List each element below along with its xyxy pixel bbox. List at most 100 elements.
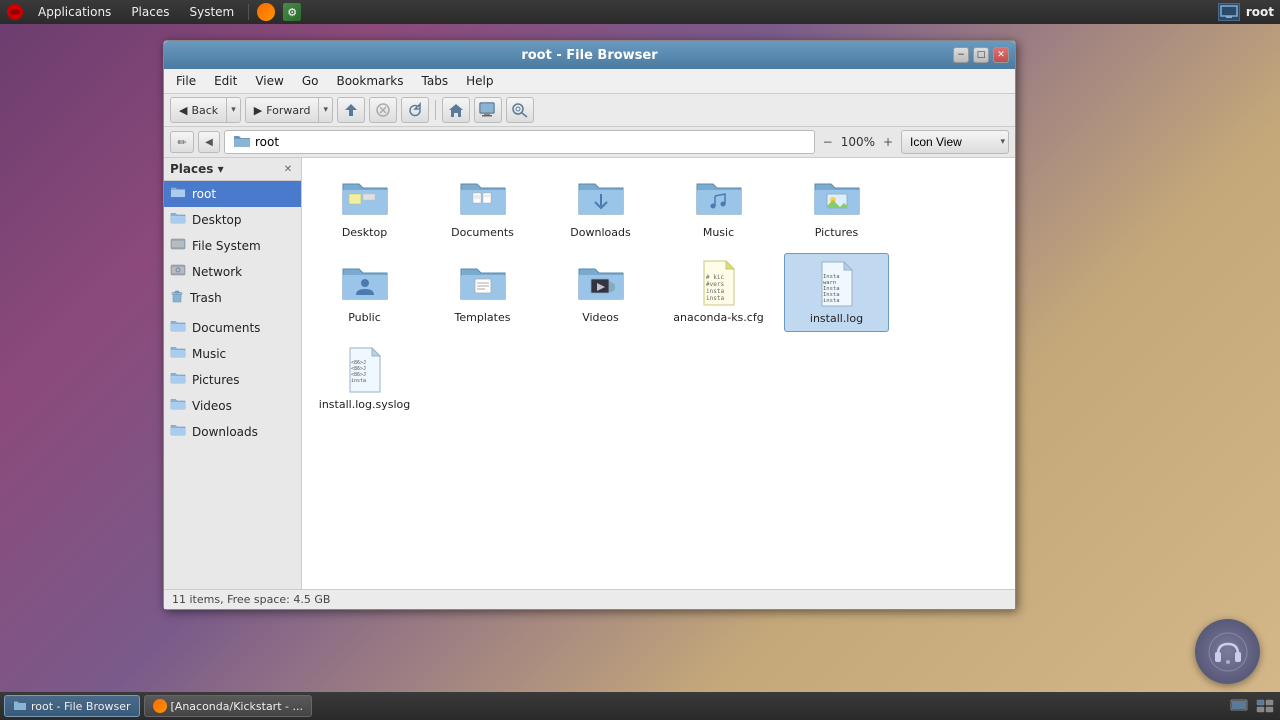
- stop-button[interactable]: [369, 97, 397, 123]
- search-toolbar-button[interactable]: [506, 97, 534, 123]
- file-area: Desktop D: [302, 158, 1015, 589]
- file-item-desktop[interactable]: Desktop: [312, 168, 417, 245]
- workspace-switcher[interactable]: [1254, 695, 1276, 717]
- kickstart-taskbar-button[interactable]: [Anaconda/Kickstart - ...: [144, 695, 312, 717]
- file-item-install-log[interactable]: Insta warn Insta Insta insta install.log: [784, 253, 889, 332]
- sidebar-pictures-icon: [170, 371, 186, 389]
- sidebar-item-network[interactable]: Network: [164, 259, 301, 285]
- sidebar-videos-icon: [170, 397, 186, 415]
- breadcrumb-folder-name: root: [255, 135, 279, 149]
- videos-folder-icon: [577, 259, 625, 307]
- sidebar-videos-label: Videos: [192, 399, 232, 413]
- reload-button[interactable]: [401, 97, 429, 123]
- menu-edit[interactable]: Edit: [206, 71, 245, 91]
- forward-button[interactable]: ▶ Forward ▾: [245, 97, 333, 123]
- sidebar-item-downloads[interactable]: Downloads: [164, 419, 301, 445]
- menu-view[interactable]: View: [247, 71, 291, 91]
- sidebar-root-label: root: [192, 187, 216, 201]
- desktop-folder-label: Desktop: [342, 226, 387, 239]
- file-item-public[interactable]: Public: [312, 253, 417, 332]
- location-edit-button[interactable]: ✏: [170, 131, 194, 153]
- filebrowser-taskbar-button[interactable]: root - File Browser: [4, 695, 140, 717]
- menu-tabs[interactable]: Tabs: [414, 71, 457, 91]
- sidebar-item-videos[interactable]: Videos: [164, 393, 301, 419]
- computer-toolbar-button[interactable]: [474, 97, 502, 123]
- window-controls: − □ ✕: [953, 47, 1009, 63]
- back-main[interactable]: ◀ Back: [171, 98, 227, 122]
- sidebar-item-desktop[interactable]: Desktop: [164, 207, 301, 233]
- forward-main[interactable]: ▶ Forward: [246, 98, 320, 122]
- install-log-syslog-icon: <86>J <86>J <86>J insta: [341, 346, 389, 394]
- taskbar-right-area: [1228, 695, 1276, 717]
- back-button[interactable]: ◀ Back ▾: [170, 97, 241, 123]
- svg-text:#vers: #vers: [706, 281, 724, 288]
- templates-folder-icon: [459, 259, 507, 307]
- sidebar-close-button[interactable]: ✕: [281, 162, 295, 176]
- system-menu[interactable]: System: [183, 3, 240, 21]
- kickstart-taskbar-label: [Anaconda/Kickstart - ...: [171, 700, 303, 713]
- sidebar-item-music[interactable]: Music: [164, 341, 301, 367]
- sidebar-item-trash[interactable]: Trash: [164, 285, 301, 311]
- file-item-videos[interactable]: Videos: [548, 253, 653, 332]
- username-label: root: [1246, 5, 1274, 19]
- menu-bookmarks[interactable]: Bookmarks: [328, 71, 411, 91]
- sidebar-root-icon: [170, 185, 186, 203]
- applications-menu[interactable]: Applications: [32, 3, 117, 21]
- view-mode-select[interactable]: Icon View List View Compact View: [901, 130, 1009, 154]
- location-nav-left[interactable]: ◀: [198, 131, 220, 153]
- close-button[interactable]: ✕: [993, 47, 1009, 63]
- file-item-pictures[interactable]: Pictures: [784, 168, 889, 245]
- sidebar-documents-label: Documents: [192, 321, 260, 335]
- public-folder-icon: [341, 259, 389, 307]
- back-icon: ◀: [179, 104, 187, 117]
- places-menu[interactable]: Places: [125, 3, 175, 21]
- forward-dropdown[interactable]: ▾: [319, 98, 332, 122]
- file-item-music[interactable]: Music: [666, 168, 771, 245]
- forward-label: Forward: [266, 104, 310, 117]
- sidebar-music-icon: [170, 345, 186, 363]
- sidebar-pictures-label: Pictures: [192, 373, 240, 387]
- window-titlebar: root - File Browser − □ ✕: [164, 41, 1015, 69]
- sidebar-item-root[interactable]: root: [164, 181, 301, 207]
- sidebar-network-icon: [170, 263, 186, 281]
- zoom-out-button[interactable]: −: [819, 133, 837, 151]
- sidebar-desktop-icon: [170, 211, 186, 229]
- sidebar-desktop-label: Desktop: [192, 213, 242, 227]
- window-title: root - File Browser: [521, 48, 657, 63]
- maximize-button[interactable]: □: [973, 47, 989, 63]
- install-log-label: install.log: [810, 312, 863, 325]
- sidebar-downloads-label: Downloads: [192, 425, 258, 439]
- svg-text:insta: insta: [351, 378, 366, 384]
- view-select-wrapper[interactable]: Icon View List View Compact View ▾: [901, 130, 1009, 154]
- firefox-icon[interactable]: [257, 3, 275, 21]
- svg-text:insta: insta: [706, 295, 724, 302]
- file-item-documents[interactable]: Documents: [430, 168, 535, 245]
- location-breadcrumb: root: [224, 130, 815, 154]
- up-button[interactable]: [337, 97, 365, 123]
- sidebar-item-pictures[interactable]: Pictures: [164, 367, 301, 393]
- sidebar-item-documents[interactable]: Documents: [164, 315, 301, 341]
- music-folder-label: Music: [703, 226, 734, 239]
- file-item-downloads[interactable]: Downloads: [548, 168, 653, 245]
- back-dropdown[interactable]: ▾: [227, 98, 240, 122]
- minimize-button[interactable]: −: [953, 47, 969, 63]
- menu-file[interactable]: File: [168, 71, 204, 91]
- location-bar: ✏ ◀ root − 100% + Icon View List View Co…: [164, 127, 1015, 158]
- home-toolbar-button[interactable]: [442, 97, 470, 123]
- menu-help[interactable]: Help: [458, 71, 501, 91]
- second-app-icon[interactable]: ⚙: [283, 3, 301, 21]
- show-desktop-button[interactable]: [1228, 695, 1250, 717]
- zoom-area: − 100% +: [819, 133, 897, 151]
- status-bar: 11 items, Free space: 4.5 GB: [164, 589, 1015, 609]
- sidebar-trash-icon: [170, 289, 184, 307]
- sidebar-item-filesystem[interactable]: File System: [164, 233, 301, 259]
- menubar: File Edit View Go Bookmarks Tabs Help: [164, 69, 1015, 94]
- file-item-templates[interactable]: Templates: [430, 253, 535, 332]
- file-item-anaconda-cfg[interactable]: # kic #vers insta insta anaconda-ks.cfg: [666, 253, 771, 332]
- redhat-icon: [6, 3, 24, 21]
- svg-text:insta: insta: [706, 288, 724, 295]
- file-item-install-log-syslog[interactable]: <86>J <86>J <86>J insta install.log.sysl…: [312, 340, 417, 417]
- headphone-widget[interactable]: [1195, 619, 1260, 684]
- zoom-in-button[interactable]: +: [879, 133, 897, 151]
- menu-go[interactable]: Go: [294, 71, 327, 91]
